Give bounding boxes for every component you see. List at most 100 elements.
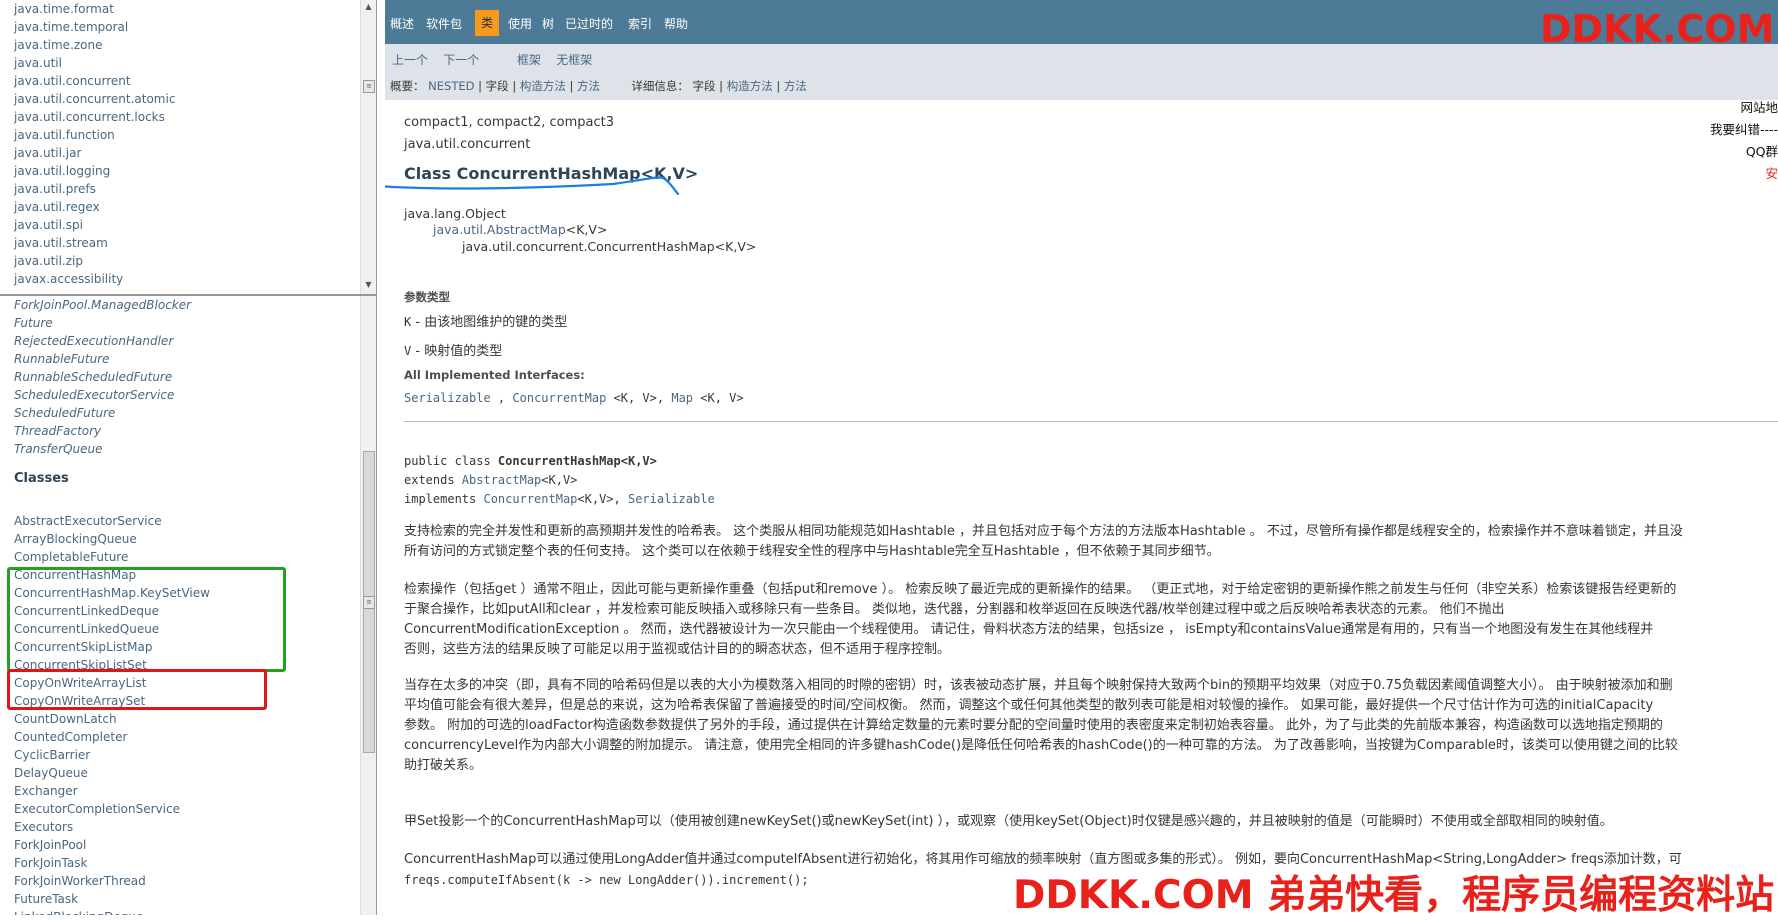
class-link[interactable]: CountDownLatch <box>14 710 210 728</box>
class-link[interactable]: FutureTask <box>14 890 210 908</box>
side-note[interactable]: 网站地 <box>1710 97 1778 119</box>
interface-link[interactable]: ForkJoinPool.ManagedBlocker <box>14 296 191 314</box>
package-link[interactable]: java.util.concurrent <box>14 72 175 90</box>
detail-method-link[interactable]: 方法 <box>784 79 807 93</box>
paragraph-line: 甲Set投影一个的ConcurrentHashMap可以（使用被创建newKey… <box>404 814 1613 829</box>
interface-link[interactable]: RunnableScheduledFuture <box>14 368 191 386</box>
class-link[interactable]: ForkJoinTask <box>14 854 210 872</box>
prev-class-link[interactable]: 上一个 <box>392 53 428 67</box>
type-param-k: K - 由该地图维护的键的类型 <box>404 311 567 330</box>
signature-line-1: public class ConcurrentHashMap<K,V> <box>404 454 657 468</box>
side-note[interactable]: 我要纠错---- <box>1710 119 1778 141</box>
pipe-separator: | <box>478 79 483 93</box>
paragraph-line: 否则，这些方法的结果反映了可能足以用于监视或估计目的的瞬态状态，但不适用于程序控… <box>404 642 951 657</box>
package-link[interactable]: java.util.spi <box>14 216 175 234</box>
watermark-bottom: DDKK.COM 弟弟快看，程序员编程资料站 <box>1013 873 1775 918</box>
description-paragraph-4: 甲Set投影一个的ConcurrentHashMap可以（使用被创建newKey… <box>404 812 1778 832</box>
hierarchy-abstractmap-link[interactable]: java.util.AbstractMap <box>433 222 566 237</box>
interface-serializable-link[interactable]: Serializable <box>404 391 491 405</box>
signature-keyword: extends <box>404 473 462 487</box>
profiles-label: compact1, compact2, compact3 <box>404 115 615 130</box>
interface-link[interactable]: ScheduledFuture <box>14 404 191 422</box>
nav-use[interactable]: 使用 <box>508 15 532 32</box>
nav-index[interactable]: 索引 <box>628 15 652 32</box>
class-link[interactable]: Executors <box>14 818 210 836</box>
class-link[interactable]: ExecutorCompletionService <box>14 800 210 818</box>
interface-separator: , <box>490 391 513 405</box>
hierarchy-object-link[interactable]: java.lang.Object <box>404 206 506 221</box>
package-link[interactable]: java.util.concurrent.locks <box>14 108 175 126</box>
package-link[interactable]: java.util <box>14 54 175 72</box>
package-link[interactable]: java.util.prefs <box>14 180 175 198</box>
class-link[interactable]: LinkedBlockingDeque <box>14 908 210 915</box>
signature-concurrentmap-link[interactable]: ConcurrentMap <box>483 492 577 506</box>
interface-link[interactable]: RejectedExecutionHandler <box>14 332 191 350</box>
hierarchy-abstractmap: java.util.AbstractMap<K,V> <box>433 222 607 237</box>
package-link[interactable]: java.util.function <box>14 126 175 144</box>
red-highlight-box <box>7 669 267 710</box>
summary-detail-row: 概要： NESTED | 字段 | 构造方法 | 方法 详细信息： 字段 | 构… <box>390 78 807 94</box>
summary-label: 概要： <box>390 79 425 93</box>
package-link[interactable]: java.util.stream <box>14 234 175 252</box>
signature-abstractmap-link[interactable]: AbstractMap <box>462 473 541 487</box>
scroll-up-arrow-icon[interactable]: ▲ <box>361 0 376 14</box>
summary-nested-link[interactable]: NESTED <box>428 79 474 93</box>
summary-constructor-link[interactable]: 构造方法 <box>520 79 566 93</box>
class-link[interactable]: DelayQueue <box>14 764 210 782</box>
signature-serializable-link[interactable]: Serializable <box>628 492 715 506</box>
paragraph-line: 平均值可能会有很大差异，但是总的来说，这为哈希表保留了普遍接受的时间/空间权衡。… <box>404 698 1654 713</box>
signature-generic: <K,V> <box>541 473 578 487</box>
summary-method-link[interactable]: 方法 <box>577 79 600 93</box>
package-link[interactable]: java.time.temporal <box>14 18 175 36</box>
detail-constructor-link[interactable]: 构造方法 <box>727 79 773 93</box>
class-link[interactable]: ForkJoinPool <box>14 836 210 854</box>
package-link[interactable]: javax.accessibility <box>14 270 175 288</box>
class-link[interactable]: ForkJoinWorkerThread <box>14 872 210 890</box>
interface-link[interactable]: ScheduledExecutorService <box>14 386 191 404</box>
scroll-grip-icon[interactable]: ≡ <box>363 596 375 609</box>
interface-generic: <K, V> <box>693 391 744 405</box>
class-list-scrollbar[interactable]: ≡ <box>360 296 376 915</box>
scroll-down-arrow-icon[interactable]: ▼ <box>361 278 376 292</box>
nav-overview[interactable]: 概述 <box>390 15 414 32</box>
interface-link[interactable]: RunnableFuture <box>14 350 191 368</box>
interface-link[interactable]: ThreadFactory <box>14 422 191 440</box>
interface-map-link[interactable]: Map <box>671 391 693 405</box>
package-link[interactable]: java.util.logging <box>14 162 175 180</box>
package-link[interactable]: java.time.format <box>14 0 175 18</box>
class-link[interactable]: AbstractExecutorService <box>14 512 210 530</box>
signature-generic: <K,V>, <box>577 492 628 506</box>
signature-class-name: ConcurrentHashMap<K,V> <box>497 454 657 468</box>
class-link[interactable]: ArrayBlockingQueue <box>14 530 210 548</box>
package-link[interactable]: java.util.regex <box>14 198 175 216</box>
package-link[interactable]: java.util.zip <box>14 252 175 270</box>
nav-deprecated[interactable]: 已过时的 <box>565 15 613 32</box>
nav-help[interactable]: 帮助 <box>664 15 688 32</box>
interface-link[interactable]: Future <box>14 314 191 332</box>
description-paragraph-2: 检索操作（包括get ）通常不阻止，因此可能与更新操作重叠（包括put和remo… <box>404 580 1778 660</box>
interface-link[interactable]: TransferQueue <box>14 440 191 458</box>
paragraph-line: 所有访问的方式锁定整个表的任何支持。 这个类可以在依赖于线程安全性的程序中与Ha… <box>404 544 1220 559</box>
description-paragraph-3: 当存在太多的冲突（即，具有不同的哈希码但是以表的大小为模数落入相同的时隙的密钥）… <box>404 676 1778 776</box>
class-link[interactable]: CountedCompleter <box>14 728 210 746</box>
package-link[interactable]: java.util.jar <box>14 144 175 162</box>
frames-link[interactable]: 框架 <box>517 53 541 67</box>
green-highlight-box <box>7 567 286 672</box>
nav-tree[interactable]: 树 <box>542 15 554 32</box>
next-class-link[interactable]: 下一个 <box>443 53 479 67</box>
paragraph-line: ConcurrentModificationException 。 然而，迭代器… <box>404 622 1654 637</box>
class-link[interactable]: CompletableFuture <box>14 548 210 566</box>
description-paragraph-1: 支持检索的完全并发性和更新的高预期并发性的哈希表。 这个类服从相同功能规范如Ha… <box>404 522 1778 562</box>
no-frames-link[interactable]: 无框架 <box>556 53 592 67</box>
class-link[interactable]: Exchanger <box>14 782 210 800</box>
package-link[interactable]: java.util.concurrent.atomic <box>14 90 175 108</box>
package-list-scrollbar[interactable]: ▲ ≡ ▼ <box>360 0 376 294</box>
classes-heading: Classes <box>14 471 69 486</box>
summary-field: 字段 <box>485 79 509 93</box>
nav-package[interactable]: 软件包 <box>426 15 462 32</box>
scroll-grip-icon[interactable]: ≡ <box>363 80 375 93</box>
class-link[interactable]: CyclicBarrier <box>14 746 210 764</box>
interface-concurrentmap-link[interactable]: ConcurrentMap <box>512 391 606 405</box>
signature-line-2: extends AbstractMap<K,V> <box>404 473 577 487</box>
package-link[interactable]: java.time.zone <box>14 36 175 54</box>
